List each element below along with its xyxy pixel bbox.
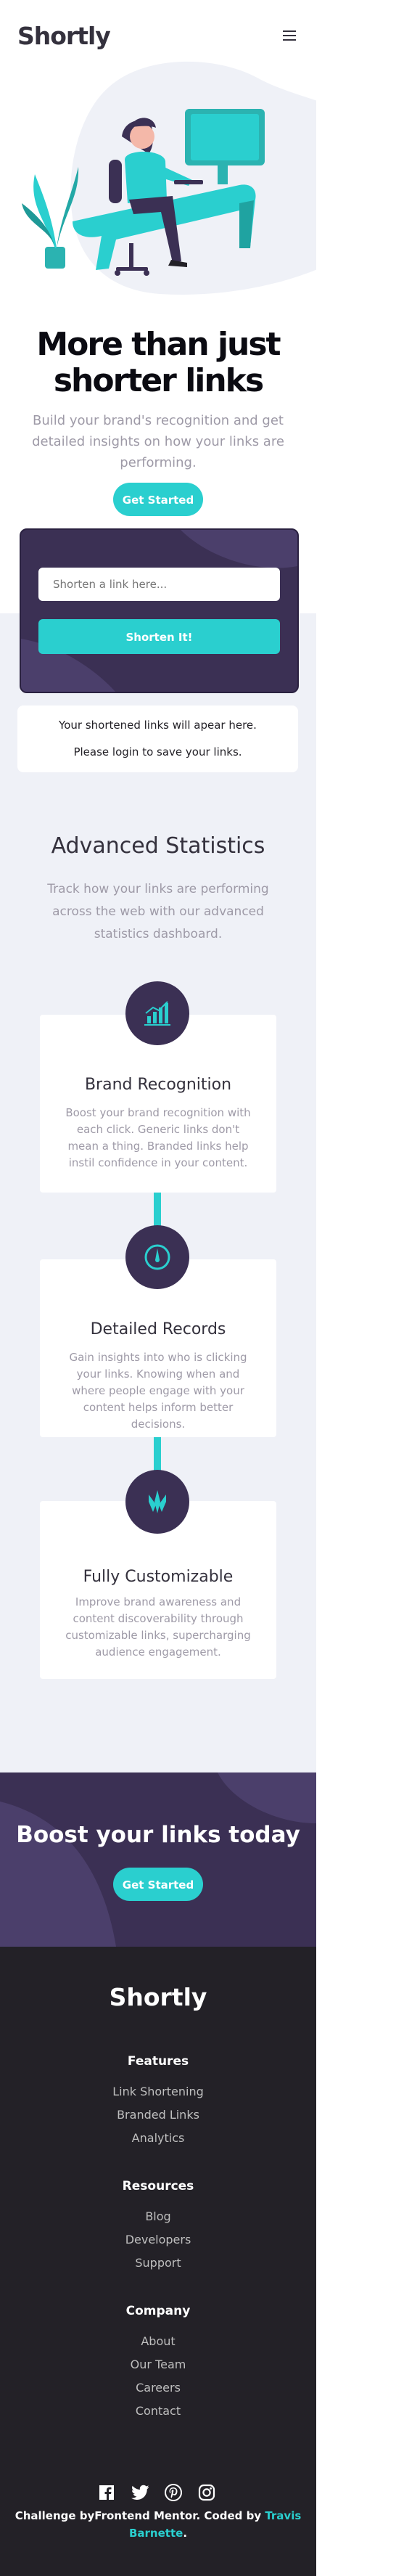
pinterest-icon[interactable] xyxy=(163,2484,183,2504)
footer-heading-resources: Resources xyxy=(122,2179,194,2193)
hero-title: More than just shorter links xyxy=(0,327,316,399)
feature-title: Detailed Records xyxy=(90,1320,226,1338)
hamburger-menu-icon[interactable] xyxy=(283,30,296,44)
hero-title-line2: shorter links xyxy=(53,362,264,399)
facebook-icon[interactable] xyxy=(96,2484,117,2504)
brand-recognition-icon xyxy=(125,981,189,1045)
statistics-subtitle: Track how your links are performing acro… xyxy=(47,882,269,941)
feature-title: Brand Recognition xyxy=(84,1076,232,1094)
footer-link-branded-links[interactable]: Branded Links xyxy=(0,2108,316,2122)
hero-subtitle: Build your brand's recognition and get d… xyxy=(32,413,284,470)
statistics-title: Advanced Statistics xyxy=(51,833,265,859)
shorten-form: Shorten It! xyxy=(20,528,299,693)
footer-logo[interactable]: Shortly xyxy=(0,1983,316,2011)
shorten-button[interactable]: Shorten It! xyxy=(38,619,280,654)
shortened-links-panel: Your shortened links will apear here. Pl… xyxy=(17,706,298,772)
feature-text: Improve brand awareness and content disc… xyxy=(65,1595,251,1659)
footer-link-link-shortening[interactable]: Link Shortening xyxy=(0,2085,316,2098)
boost-get-started-button[interactable]: Get Started xyxy=(113,1868,203,1901)
footer-link-our-team[interactable]: Our Team xyxy=(0,2358,316,2371)
shorten-background-pattern xyxy=(21,530,297,692)
footer-heading-company: Company xyxy=(125,2304,191,2318)
footer-link-contact[interactable]: Contact xyxy=(0,2404,316,2418)
instagram-icon[interactable] xyxy=(197,2484,217,2504)
hero-title-line1: More than just xyxy=(36,326,281,363)
site-logo[interactable]: Shortly xyxy=(17,22,111,50)
boost-background-pattern xyxy=(0,1772,316,1947)
footer-link-developers[interactable]: Developers xyxy=(0,2233,316,2246)
link-input[interactable] xyxy=(38,568,280,601)
login-prompt-text: Please login to save your links. xyxy=(73,745,242,759)
footer-link-careers[interactable]: Careers xyxy=(0,2381,316,2395)
footer-link-analytics[interactable]: Analytics xyxy=(0,2131,316,2145)
boost-title: Boost your links today xyxy=(16,1822,300,1848)
site-footer: Shortly Features Link Shortening Branded… xyxy=(0,1947,316,2576)
detailed-records-icon xyxy=(125,1225,189,1289)
footer-link-about[interactable]: About xyxy=(0,2334,316,2348)
feature-text: Gain insights into who is clicking your … xyxy=(69,1351,247,1431)
feature-title: Fully Customizable xyxy=(83,1568,234,1586)
boost-section: Boost your links today Get Started xyxy=(0,1772,316,1947)
feature-text: Boost your brand recognition with each c… xyxy=(65,1106,251,1169)
page: Shortly More than just shorter links Bui… xyxy=(0,0,316,2576)
footer-link-support[interactable]: Support xyxy=(0,2256,316,2270)
footer-link-blog[interactable]: Blog xyxy=(0,2209,316,2223)
footer-heading-features: Features xyxy=(127,2054,189,2069)
hero-get-started-button[interactable]: Get Started xyxy=(113,483,203,516)
attribution: Challenge byFrontend Mentor. Coded by Tr… xyxy=(7,2507,309,2542)
person-working-at-desk-illustration xyxy=(22,61,316,295)
attribution-text: Challenge byFrontend Mentor. Coded by xyxy=(15,2509,265,2522)
results-placeholder-text: Your shortened links will apear here. xyxy=(59,719,257,732)
twitter-icon[interactable] xyxy=(130,2484,150,2504)
fully-customizable-icon xyxy=(125,1470,189,1534)
social-links xyxy=(96,2484,220,2504)
attribution-suffix: . xyxy=(183,2527,188,2540)
